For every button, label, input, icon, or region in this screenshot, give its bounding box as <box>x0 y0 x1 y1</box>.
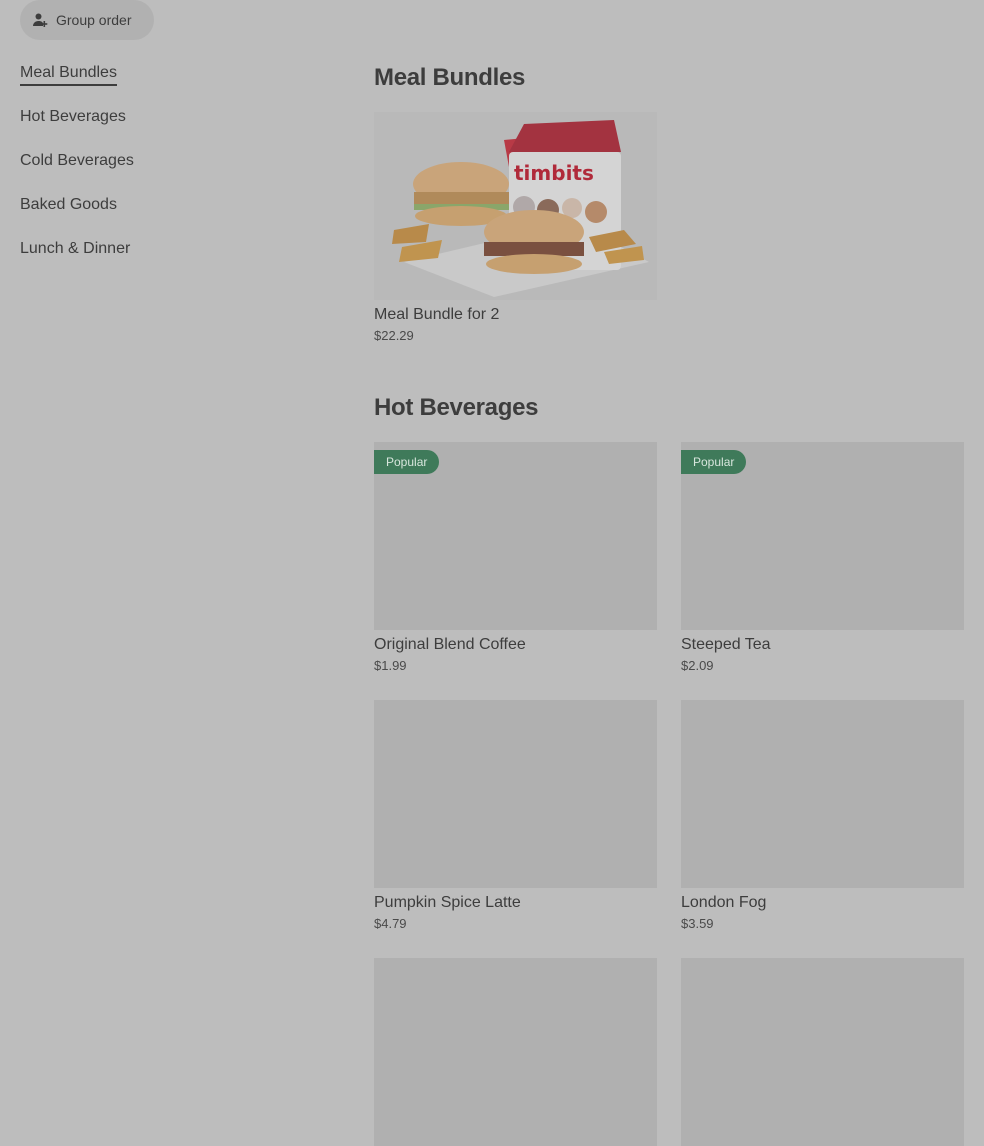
item-image <box>374 700 657 888</box>
menu-item-card[interactable]: London Fog $3.59 <box>681 700 964 932</box>
item-image: Popular <box>374 442 657 630</box>
item-price: $4.79 <box>374 916 407 931</box>
section-title-meal-bundles: Meal Bundles <box>374 64 526 91</box>
item-image: Popular <box>681 442 964 630</box>
person-add-icon <box>32 12 48 28</box>
item-price: $22.29 <box>374 328 414 343</box>
menu-item-card[interactable] <box>681 958 964 1146</box>
item-image <box>681 958 964 1146</box>
meal-bundle-photo: timbits <box>374 112 657 300</box>
item-image <box>681 700 964 888</box>
item-name: Meal Bundle for 2 <box>374 306 500 323</box>
sidebar-item-lunch-dinner[interactable]: Lunch & Dinner <box>20 238 134 282</box>
item-price: $2.09 <box>681 658 714 673</box>
item-name: London Fog <box>681 894 767 911</box>
group-order-button[interactable]: Group order <box>20 0 154 40</box>
popular-badge: Popular <box>374 450 440 474</box>
menu-item-card[interactable]: Popular Original Blend Coffee $1.99 <box>374 442 657 674</box>
menu-item-card[interactable]: timbits Meal Bundle for 2 $22.29 <box>374 112 657 344</box>
item-price: $1.99 <box>374 658 407 673</box>
sidebar-item-hot-beverages[interactable]: Hot Beverages <box>20 106 134 150</box>
sidebar-item-cold-beverages[interactable]: Cold Beverages <box>20 150 134 194</box>
menu-item-card[interactable]: Popular Steeped Tea $2.09 <box>681 442 964 674</box>
item-price: $3.59 <box>681 916 714 931</box>
item-name: Steeped Tea <box>681 636 771 653</box>
menu-item-card[interactable]: Pumpkin Spice Latte $4.79 <box>374 700 657 932</box>
category-nav: Meal Bundles Hot Beverages Cold Beverage… <box>20 62 134 282</box>
popular-badge: Popular <box>681 450 747 474</box>
menu-item-card[interactable] <box>374 958 657 1146</box>
item-image <box>374 958 657 1146</box>
item-name: Pumpkin Spice Latte <box>374 894 521 911</box>
group-order-label: Group order <box>56 12 132 28</box>
sidebar-item-meal-bundles[interactable]: Meal Bundles <box>20 62 134 106</box>
sidebar-item-baked-goods[interactable]: Baked Goods <box>20 194 134 238</box>
section-title-hot-beverages: Hot Beverages <box>374 394 539 421</box>
item-name: Original Blend Coffee <box>374 636 526 653</box>
timbits-box-text: timbits <box>514 161 594 185</box>
